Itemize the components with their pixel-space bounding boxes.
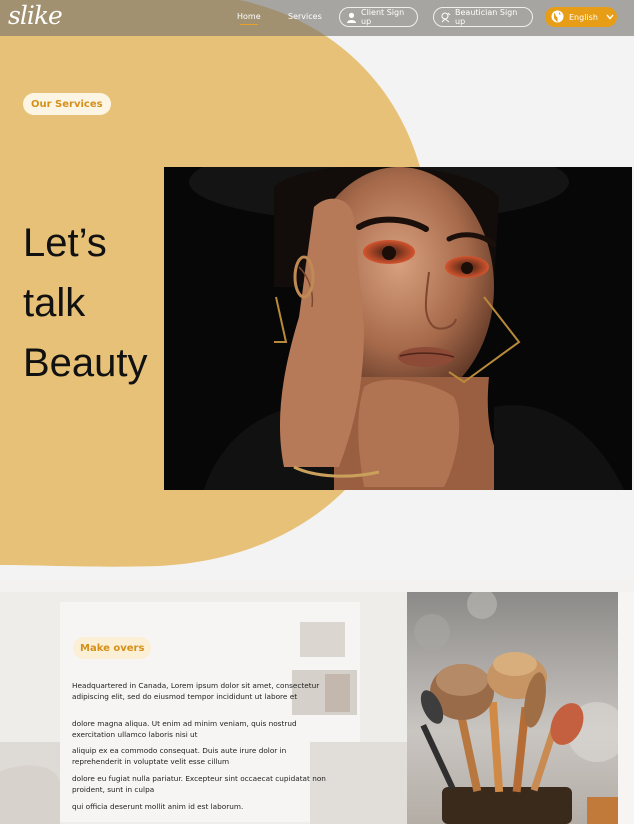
- makeovers-paragraph: Headquartered in Canada, Lorem ipsum dol…: [72, 681, 320, 701]
- hero-model-photo: [164, 167, 632, 490]
- model-portrait-illustration: [164, 167, 632, 490]
- makeovers-paragraph: aliquip ex ea commodo consequat. Duis au…: [72, 746, 287, 766]
- language-selector[interactable]: English: [545, 7, 617, 27]
- globe-icon: [551, 10, 564, 25]
- hero-title-line: Beauty: [23, 341, 148, 385]
- makeup-brushes-photo: [407, 592, 618, 824]
- our-services-badge: Our Services: [23, 93, 111, 115]
- beautician-signup-button[interactable]: Beautician Sign up: [433, 7, 533, 27]
- nav-link-services[interactable]: Services: [288, 12, 322, 21]
- top-navigation-bar: slike Home Services Client Sign up Beaut…: [0, 0, 634, 36]
- user-icon: [346, 12, 357, 23]
- makeovers-paragraph: qui officia deserunt mollit anim id est …: [72, 802, 244, 811]
- hero-title: Let’s talk Beauty: [23, 213, 148, 393]
- client-signup-button[interactable]: Client Sign up: [339, 7, 418, 27]
- beautician-icon: [440, 12, 451, 23]
- hero-title-line: talk: [23, 281, 86, 325]
- makeovers-badge: Make overs: [73, 637, 152, 659]
- language-label: English: [569, 12, 598, 22]
- beautician-signup-label: Beautician Sign up: [455, 8, 518, 26]
- nav-link-home[interactable]: Home: [237, 12, 261, 25]
- client-signup-label: Client Sign up: [361, 8, 405, 26]
- makeovers-paragraph: dolore eu fugiat nulla pariatur. Excepte…: [72, 774, 326, 794]
- makeovers-paragraph: dolore magna aliqua. Ut enim ad minim ve…: [72, 719, 297, 739]
- chevron-down-icon: [606, 13, 614, 22]
- hero-title-line: Let’s: [23, 221, 107, 265]
- slike-logo[interactable]: slike: [8, 1, 63, 30]
- makeovers-section: Make overs Headquartered in Canada, Lore…: [0, 592, 634, 824]
- makeup-brushes-illustration: [407, 592, 618, 824]
- hero-section: Our Services Let’s talk Beauty: [0, 0, 634, 580]
